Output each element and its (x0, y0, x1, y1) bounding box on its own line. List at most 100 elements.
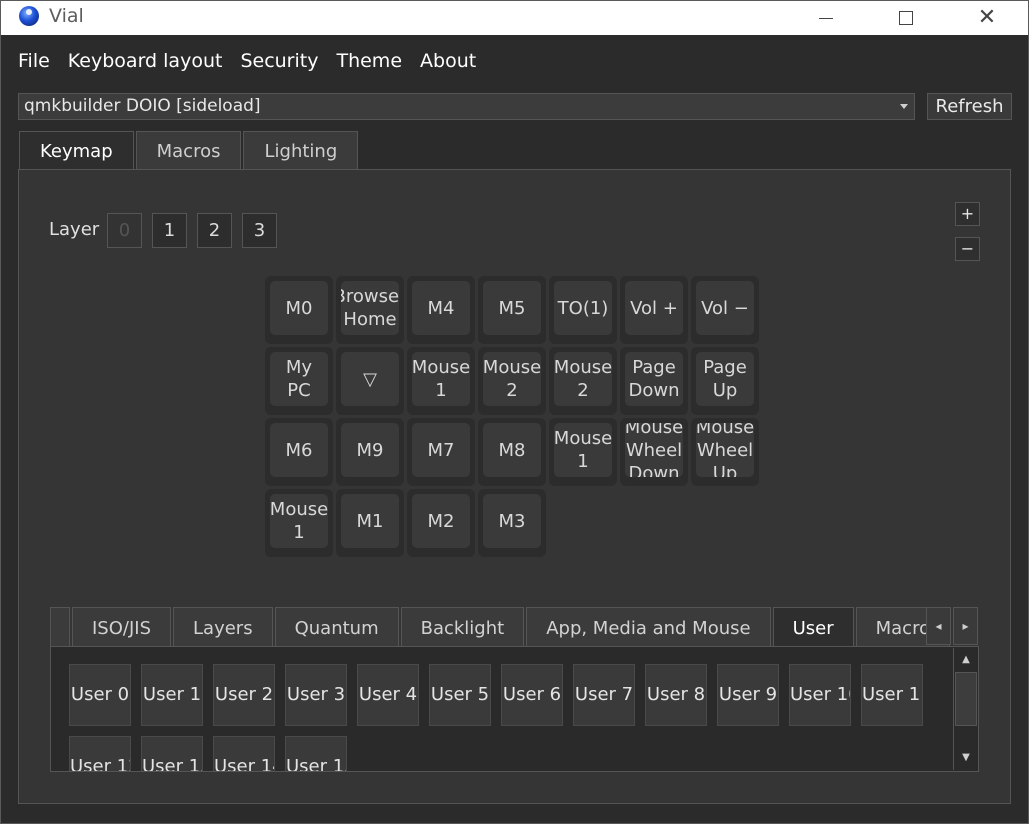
layer-button-3[interactable]: 3 (242, 213, 277, 248)
tabs-scroll-left-button[interactable]: ◂ (926, 607, 951, 645)
keymap-key-label: M3 (483, 494, 541, 548)
user-keycode-button[interactable]: User 6 (501, 664, 563, 726)
scrollbar-thumb[interactable] (955, 672, 977, 726)
keymap-key[interactable]: M6 (265, 418, 333, 486)
minimize-button[interactable] (786, 1, 866, 35)
keymap-key[interactable]: Mouse 2 (549, 347, 617, 415)
keymap-key[interactable]: M3 (478, 489, 546, 557)
tab-lighting[interactable]: Lighting (243, 131, 359, 171)
tab-category-partial[interactable] (50, 607, 70, 647)
close-button[interactable]: ✕ (947, 1, 1027, 35)
user-keycode-button[interactable]: User 1 (141, 664, 203, 726)
keymap-key[interactable]: My PC (265, 347, 333, 415)
tab-iso-jis[interactable]: ISO/JIS (72, 607, 172, 647)
user-keycode-button[interactable]: User 11 (861, 664, 923, 726)
user-keycode-button[interactable]: User 8 (645, 664, 707, 726)
keymap-key[interactable]: Browser Home (336, 276, 404, 344)
keymap-key-label: TO(1) (554, 281, 612, 335)
keymap-key-label: Mouse 2 (554, 352, 612, 406)
keymap-key-label: Browser Home (341, 281, 399, 335)
zoom-in-button[interactable]: + (955, 202, 980, 226)
keymap-key-label: M1 (341, 494, 399, 548)
keymap-key-label: ▽ (341, 352, 399, 406)
tab-keymap[interactable]: Keymap (19, 131, 134, 173)
layer-button-0[interactable]: 0 (107, 213, 142, 248)
user-keycode-button[interactable]: User 4 (357, 664, 419, 726)
keymap-key[interactable]: M7 (407, 418, 475, 486)
keymap-key[interactable]: M9 (336, 418, 404, 486)
maximize-button[interactable] (866, 1, 946, 35)
keymap-key[interactable]: Vol − (691, 276, 759, 344)
keymap-key-label: M4 (412, 281, 470, 335)
keymap-key-label: M9 (341, 423, 399, 477)
keymap-key[interactable]: Mouse 1 (265, 489, 333, 557)
chevron-down-icon (900, 104, 908, 109)
keymap-key-label: My PC (270, 352, 328, 406)
keymap-key[interactable]: Mouse Wheel Up (691, 418, 759, 486)
keymap-key-label: Vol + (625, 281, 683, 335)
title-bar: Vial ✕ (1, 1, 1028, 35)
user-keycode-button[interactable]: User 13 (141, 736, 203, 771)
keymap-key-label: M7 (412, 423, 470, 477)
refresh-button[interactable]: Refresh (927, 93, 1012, 120)
keymap-key[interactable]: Vol + (620, 276, 688, 344)
tab-quantum[interactable]: Quantum (274, 607, 399, 647)
tab-backlight[interactable]: Backlight (400, 607, 525, 647)
window-title: Vial (49, 5, 84, 27)
scroll-up-icon[interactable]: ▲ (954, 650, 978, 670)
device-select[interactable]: qmkbuilder DOIO [sideload] (18, 93, 915, 120)
keymap-key-label: M2 (412, 494, 470, 548)
keymap-key[interactable]: Mouse 1 (549, 418, 617, 486)
keymap-key[interactable]: Page Up (691, 347, 759, 415)
tabs-scroll-right-button[interactable]: ▸ (953, 607, 978, 645)
menu-file[interactable]: File (1, 43, 59, 79)
user-keycode-button[interactable]: User 9 (717, 664, 779, 726)
keymap-key[interactable]: M0 (265, 276, 333, 344)
zoom-out-button[interactable]: − (955, 237, 980, 261)
main-tab-bar: Keymap Macros Lighting (19, 131, 360, 173)
user-keycode-button[interactable]: User 15 (285, 736, 347, 771)
keymap-key[interactable]: M4 (407, 276, 475, 344)
user-keycode-button[interactable]: User 0 (69, 664, 131, 726)
user-keycode-button[interactable]: User 10 (789, 664, 851, 726)
keymap-key-label: Page Down (625, 352, 683, 406)
layer-button-1[interactable]: 1 (152, 213, 187, 248)
user-keycode-panel: User 0 User 1 User 2 User 3 User 4 User 5 User… (50, 646, 979, 772)
keymap-key[interactable]: M1 (336, 489, 404, 557)
menu-about[interactable]: About (411, 43, 485, 79)
keymap-key[interactable]: Mouse 1 (407, 347, 475, 415)
user-keycode-button[interactable]: User 7 (573, 664, 635, 726)
tab-app-media-mouse[interactable]: App, Media and Mouse (526, 607, 771, 647)
menu-security[interactable]: Security (231, 43, 327, 79)
user-keycode-button[interactable]: User 2 (213, 664, 275, 726)
user-keycode-button[interactable]: User 12 (69, 736, 131, 771)
menu-keyboard-layout[interactable]: Keyboard layout (59, 43, 232, 79)
tab-macros[interactable]: Macros (135, 131, 242, 171)
keymap-key-label: Vol − (696, 281, 754, 335)
user-keycode-button[interactable]: User 3 (285, 664, 347, 726)
layer-button-2[interactable]: 2 (197, 213, 232, 248)
keymap-key-label: M6 (270, 423, 328, 477)
tab-layers[interactable]: Layers (173, 607, 273, 647)
user-keycode-button[interactable]: User 5 (429, 664, 491, 726)
tab-user[interactable]: User (772, 607, 854, 647)
keymap-key[interactable]: Mouse 2 (478, 347, 546, 415)
menu-theme[interactable]: Theme (327, 43, 411, 79)
menu-bar: File Keyboard layout Security Theme Abou… (1, 43, 485, 79)
keymap-key[interactable]: ▽ (336, 347, 404, 415)
keymap-key[interactable]: Page Down (620, 347, 688, 415)
layer-label: Layer (49, 219, 100, 240)
keycode-scrollbar[interactable]: ▲ ▼ (953, 648, 978, 770)
keymap-key[interactable]: Mouse Wheel Down (620, 418, 688, 486)
scroll-down-icon[interactable]: ▼ (954, 748, 978, 768)
vial-logo-icon (19, 6, 39, 26)
minimize-icon (819, 17, 833, 19)
keymap-key[interactable]: TO(1) (549, 276, 617, 344)
user-keycode-button[interactable]: User 14 (213, 736, 275, 771)
keymap-key[interactable]: M8 (478, 418, 546, 486)
keycode-category-tabs: ISO/JIS Layers Quantum Backlight App, Me… (50, 607, 979, 647)
keymap-key-label: M0 (270, 281, 328, 335)
keymap-key-label: Mouse 2 (483, 352, 541, 406)
keymap-key[interactable]: M2 (407, 489, 475, 557)
keymap-key[interactable]: M5 (478, 276, 546, 344)
